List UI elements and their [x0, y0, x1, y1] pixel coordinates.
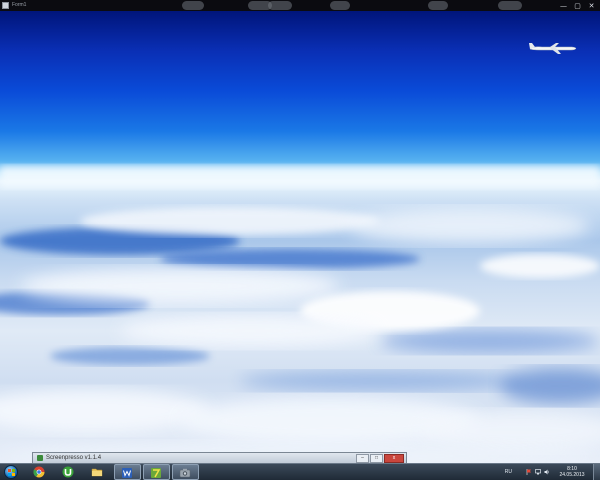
form-title: Form1 — [12, 2, 27, 8]
minimize-button[interactable]: — — [559, 2, 568, 10]
taskbar-utorrent-button[interactable] — [56, 464, 83, 480]
flag-icon[interactable] — [526, 469, 532, 475]
airplane-icon — [529, 43, 577, 54]
title-bar-artifact — [428, 1, 448, 10]
taskbar-app-button[interactable] — [143, 464, 170, 480]
taskbar-chrome-button[interactable] — [27, 464, 54, 480]
system-tray: RU 8:10 24.05.2013 — [505, 464, 600, 480]
windows-logo-blue — [8, 473, 11, 476]
clock-date: 24.05.2013 — [559, 472, 585, 478]
screenpresso-window-controls: – □ x — [356, 454, 404, 463]
taskbar-screenpresso-button[interactable] — [172, 464, 199, 480]
form-app-icon — [2, 2, 9, 9]
screenpresso-maximize-button[interactable]: □ — [370, 454, 383, 463]
folder-icon — [91, 468, 103, 477]
start-button[interactable] — [1, 464, 23, 480]
title-bar-artifact — [182, 1, 204, 10]
windows-logo-red — [8, 469, 11, 472]
app-icon — [151, 468, 161, 478]
clock[interactable]: 8:10 24.05.2013 — [553, 466, 591, 478]
close-button[interactable]: ✕ — [587, 2, 596, 10]
word-icon — [122, 468, 132, 478]
taskbar-word-button[interactable] — [114, 464, 141, 480]
screenpresso-title: Screenpresso v1.1.4 — [46, 455, 102, 461]
form-title-bar[interactable]: Form1 — ▢ ✕ — [0, 0, 600, 11]
window-controls: — ▢ ✕ — [559, 0, 596, 11]
show-desktop-button[interactable] — [593, 464, 600, 480]
title-bar-artifact — [498, 1, 522, 10]
taskbar-explorer-button[interactable] — [85, 464, 112, 480]
camera-icon — [179, 468, 191, 478]
title-bar-artifact — [268, 1, 292, 10]
sky-background-image — [0, 11, 600, 463]
screenpresso-close-button[interactable]: x — [384, 454, 404, 463]
language-indicator[interactable]: RU — [505, 469, 512, 475]
title-bar-artifact — [330, 1, 350, 10]
pinned-apps — [27, 464, 199, 480]
screenpresso-app-icon — [37, 455, 43, 461]
chrome-icon — [33, 466, 45, 478]
windows-logo-yellow — [12, 473, 15, 476]
volume-icon[interactable] — [544, 469, 550, 475]
screenpresso-window[interactable]: Screenpresso v1.1.4 – □ x — [32, 452, 407, 463]
windows-logo-green — [12, 469, 15, 472]
utorrent-icon — [62, 466, 74, 478]
cloud-layer — [0, 166, 600, 463]
screenpresso-minimize-button[interactable]: – — [356, 454, 369, 463]
network-icon[interactable] — [535, 469, 541, 475]
title-area: Form1 — [0, 0, 26, 11]
start-orb-icon — [4, 465, 18, 479]
taskbar: RU 8:10 24.05.2013 — [0, 463, 600, 480]
maximize-button[interactable]: ▢ — [573, 2, 582, 10]
